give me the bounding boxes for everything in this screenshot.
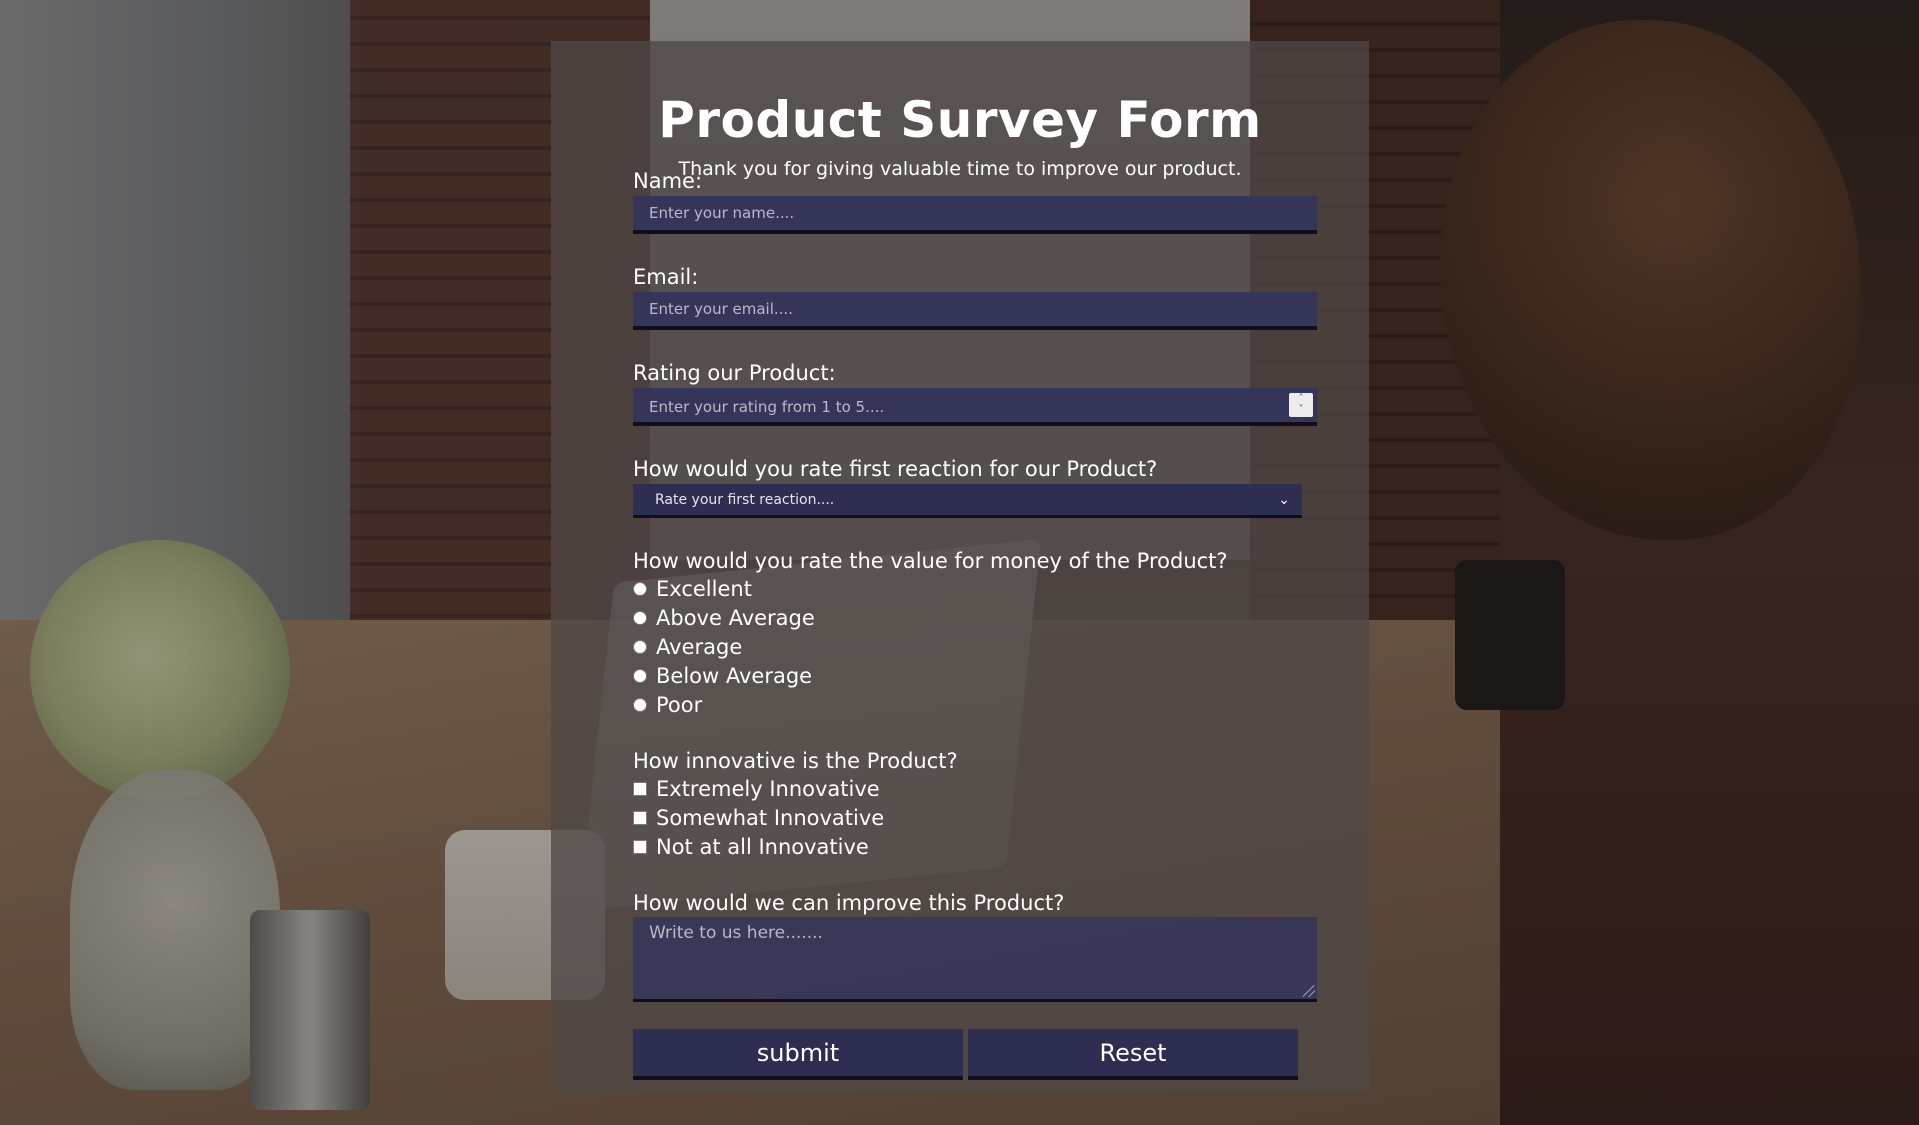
- first-reaction-select[interactable]: Rate your first reaction.... ⌄: [633, 484, 1302, 518]
- rating-placeholder: Enter your rating from 1 to 5....: [649, 398, 885, 416]
- value-for-money-label: How would you rate the value for money o…: [633, 549, 1228, 573]
- improve-placeholder: Write to us here.......: [649, 923, 823, 943]
- improve-label: How would we can improve this Product?: [633, 891, 1065, 915]
- radio-label: Average: [656, 635, 743, 659]
- radio-button[interactable]: [633, 640, 647, 654]
- name-input[interactable]: [633, 196, 1317, 234]
- checkbox[interactable]: [633, 782, 647, 796]
- submit-button[interactable]: submit: [633, 1029, 963, 1080]
- email-label: Email:: [633, 265, 699, 289]
- checkbox-option-somewhat[interactable]: Somewhat Innovative: [633, 806, 884, 830]
- resize-handle-icon[interactable]: [1303, 985, 1315, 997]
- checkbox-label: Not at all Innovative: [656, 835, 869, 859]
- radio-button[interactable]: [633, 611, 647, 625]
- checkbox[interactable]: [633, 811, 647, 825]
- radio-option-poor[interactable]: Poor: [633, 693, 702, 717]
- checkbox[interactable]: [633, 840, 647, 854]
- innovative-label: How innovative is the Product?: [633, 749, 958, 773]
- rating-label: Rating our Product:: [633, 361, 836, 385]
- radio-option-below-average[interactable]: Below Average: [633, 664, 812, 688]
- reset-button[interactable]: Reset: [968, 1029, 1298, 1080]
- first-reaction-label: How would you rate first reaction for ou…: [633, 457, 1158, 481]
- radio-label: Poor: [656, 693, 703, 717]
- radio-option-excellent[interactable]: Excellent: [633, 577, 752, 601]
- checkbox-option-extremely[interactable]: Extremely Innovative: [633, 777, 880, 801]
- radio-button[interactable]: [633, 582, 647, 596]
- checkbox-label: Extremely Innovative: [656, 777, 880, 801]
- first-reaction-selected: Rate your first reaction....: [655, 492, 835, 508]
- radio-label: Excellent: [656, 577, 752, 601]
- chevron-down-icon: ⌄: [1278, 492, 1290, 508]
- name-label: Name:: [633, 169, 703, 193]
- radio-button[interactable]: [633, 669, 647, 683]
- radio-label: Above Average: [656, 606, 815, 630]
- radio-label: Below Average: [656, 664, 813, 688]
- page-title: Product Survey Form: [658, 91, 1262, 149]
- email-input[interactable]: [633, 292, 1317, 330]
- radio-button[interactable]: [633, 698, 647, 712]
- survey-form-panel: Product Survey Form Thank you for giving…: [551, 41, 1369, 1091]
- rating-number-input[interactable]: Enter your rating from 1 to 5.... ˄ ˅: [633, 388, 1317, 426]
- number-spinner-icon[interactable]: ˄ ˅: [1289, 393, 1313, 417]
- radio-option-above-average[interactable]: Above Average: [633, 606, 815, 630]
- radio-option-average[interactable]: Average: [633, 635, 742, 659]
- improve-textarea[interactable]: Write to us here.......: [633, 917, 1317, 1002]
- checkbox-label: Somewhat Innovative: [656, 806, 885, 830]
- checkbox-option-not-at-all[interactable]: Not at all Innovative: [633, 835, 869, 859]
